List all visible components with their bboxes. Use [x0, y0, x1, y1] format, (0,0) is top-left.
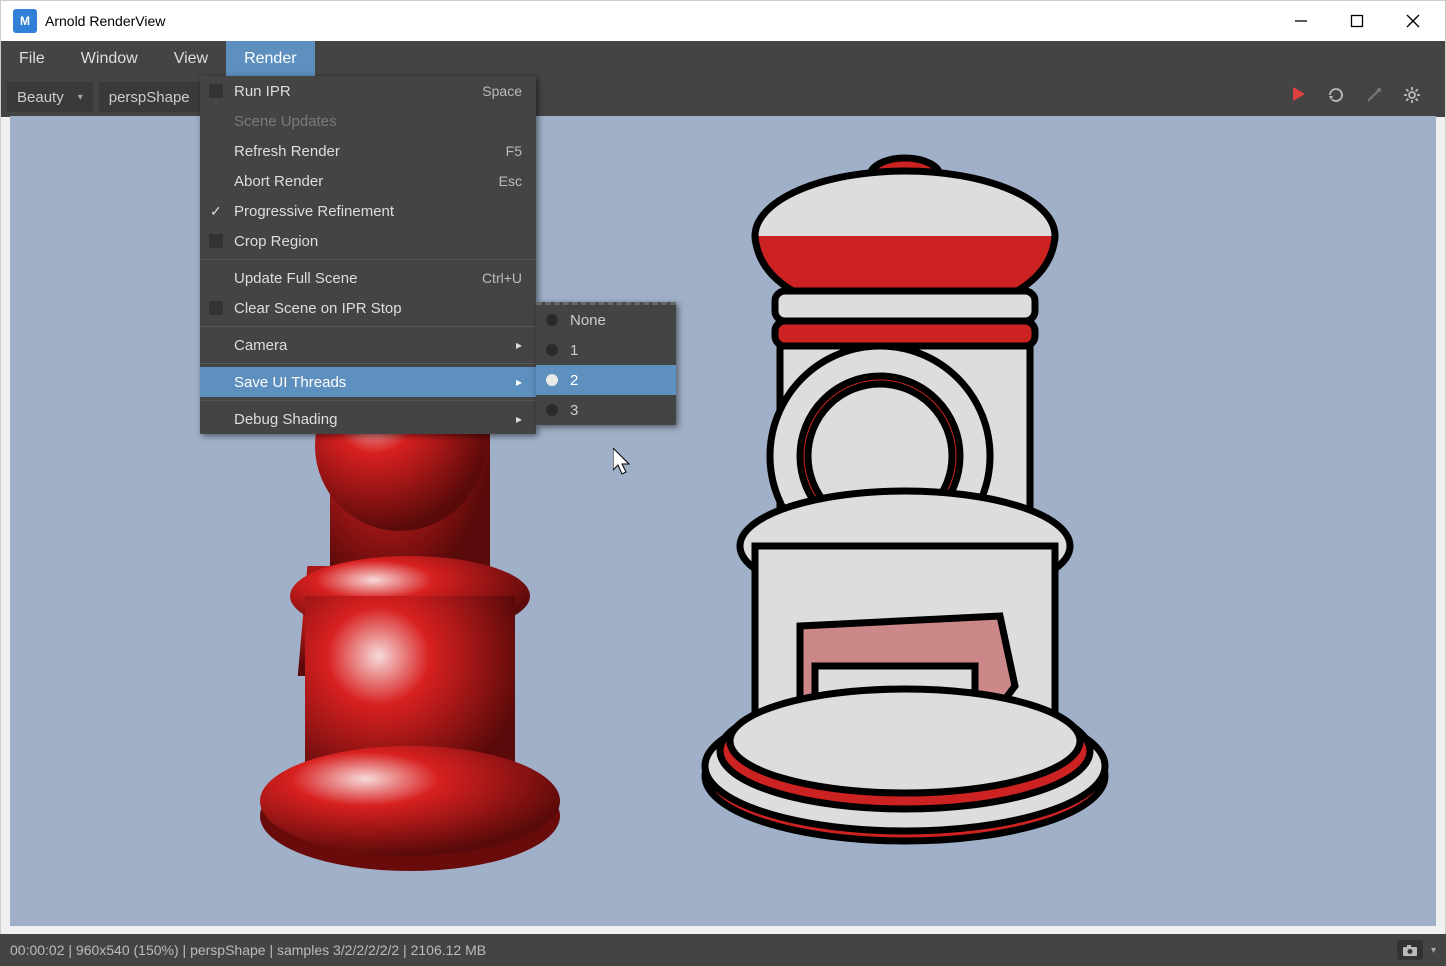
- close-button[interactable]: [1385, 1, 1441, 41]
- app-icon: M: [13, 9, 37, 33]
- menu-debug-shading-submenu[interactable]: Debug Shading: [200, 404, 536, 434]
- rendered-object-right: [680, 126, 1140, 926]
- minimize-button[interactable]: [1273, 1, 1329, 41]
- menu-progressive-refinement[interactable]: Progressive Refinement: [200, 196, 536, 226]
- menu-separator: [200, 326, 536, 327]
- gear-icon[interactable]: [1403, 86, 1421, 109]
- menu-separator: [200, 259, 536, 260]
- status-text: 00:00:02 | 960x540 (150%) | perspShape |…: [10, 942, 486, 958]
- menu-abort-render[interactable]: Abort RenderEsc: [200, 166, 536, 196]
- snapshot-button[interactable]: [1397, 940, 1423, 960]
- menu-scene-updates: Scene Updates: [200, 106, 536, 136]
- snapshot-caret-icon[interactable]: ▾: [1431, 945, 1436, 956]
- play-icon[interactable]: [1291, 86, 1307, 109]
- window-controls: [1273, 1, 1441, 41]
- titlebar: M Arnold RenderView: [1, 1, 1445, 41]
- menu-update-full-scene[interactable]: Update Full SceneCtrl+U: [200, 263, 536, 293]
- threads-option-2[interactable]: 2: [536, 365, 676, 395]
- render-dropdown-menu: Run IPRSpace Scene Updates Refresh Rende…: [200, 76, 536, 434]
- threads-option-3[interactable]: 3: [536, 395, 676, 425]
- menu-separator: [200, 363, 536, 364]
- menu-run-ipr[interactable]: Run IPRSpace: [200, 76, 536, 106]
- menu-save-ui-threads-submenu[interactable]: Save UI Threads: [200, 367, 536, 397]
- menu-file[interactable]: File: [1, 41, 63, 77]
- menu-window[interactable]: Window: [63, 41, 156, 77]
- menu-view[interactable]: View: [156, 41, 226, 77]
- menu-clear-scene-ipr-stop[interactable]: Clear Scene on IPR Stop: [200, 293, 536, 323]
- menu-refresh-render[interactable]: Refresh RenderF5: [200, 136, 536, 166]
- refresh-icon[interactable]: [1327, 86, 1345, 109]
- maximize-button[interactable]: [1329, 1, 1385, 41]
- save-ui-threads-submenu: None 1 2 3: [536, 302, 676, 425]
- wand-icon[interactable]: [1365, 86, 1383, 109]
- menu-render[interactable]: Render: [226, 41, 314, 77]
- threads-option-1[interactable]: 1: [536, 335, 676, 365]
- aov-dropdown[interactable]: Beauty: [7, 82, 93, 112]
- window-title: Arnold RenderView: [45, 13, 165, 29]
- threads-option-none[interactable]: None: [536, 305, 676, 335]
- menu-crop-region[interactable]: Crop Region: [200, 226, 536, 256]
- menu-camera-submenu[interactable]: Camera: [200, 330, 536, 360]
- menubar: File Window View Render: [1, 41, 1445, 77]
- menu-separator: [200, 400, 536, 401]
- statusbar: 00:00:02 | 960x540 (150%) | perspShape |…: [0, 934, 1446, 966]
